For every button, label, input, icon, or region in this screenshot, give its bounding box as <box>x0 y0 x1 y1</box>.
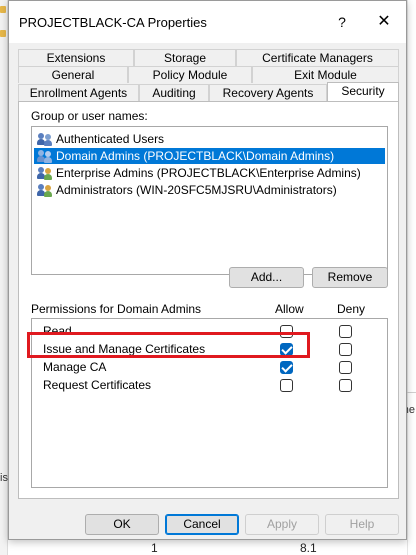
tab-certificate-managers[interactable]: Certificate Managers <box>236 49 399 66</box>
permission-manage-ca-allow-checkbox[interactable] <box>280 361 293 374</box>
list-item[interactable]: Authenticated Users <box>34 131 385 147</box>
tab-policy-module[interactable]: Policy Module <box>128 66 252 83</box>
tab-security[interactable]: Security <box>327 82 399 101</box>
title-bar[interactable]: PROJECTBLACK-CA Properties ? ✕ <box>9 1 406 43</box>
ok-button[interactable]: OK <box>85 514 159 535</box>
apply-button[interactable]: Apply <box>245 514 319 535</box>
window-title: PROJECTBLACK-CA Properties <box>19 15 207 30</box>
users-group-icon <box>37 167 53 180</box>
allow-column-header: Allow <box>275 302 304 316</box>
background-cell: 1 <box>151 541 158 555</box>
users-group-icon <box>37 133 53 146</box>
permission-issue-manage-deny-checkbox[interactable] <box>339 343 352 356</box>
help-button[interactable]: Help <box>325 514 399 535</box>
folder-icon <box>0 30 6 37</box>
help-icon[interactable]: ? <box>329 9 355 35</box>
background-window-right-edge <box>407 0 416 555</box>
tab-auditing[interactable]: Auditing <box>139 84 209 101</box>
tab-storage[interactable]: Storage <box>134 49 236 66</box>
background-divider <box>407 392 416 393</box>
cancel-button[interactable]: Cancel <box>165 514 239 535</box>
permission-manage-ca-label: Manage CA <box>43 360 107 374</box>
add-button[interactable]: Add... <box>229 267 304 288</box>
tab-enrollment-agents[interactable]: Enrollment Agents <box>18 84 139 101</box>
deny-column-header: Deny <box>337 302 366 316</box>
properties-dialog: PROJECTBLACK-CA Properties ? ✕ Extension… <box>8 0 407 540</box>
tab-exit-module[interactable]: Exit Module <box>252 66 399 83</box>
list-item[interactable]: Domain Admins (PROJECTBLACK\Domain Admin… <box>34 148 385 164</box>
permission-request-allow-checkbox[interactable] <box>280 379 293 392</box>
permission-read-deny-checkbox[interactable] <box>339 325 352 338</box>
list-item[interactable]: Administrators (WIN-20SFC5MJSRU\Administ… <box>34 182 385 198</box>
group-users-label: Group or user names: <box>31 109 148 123</box>
permission-request-label: Request Certificates <box>43 378 152 392</box>
list-item-label: Administrators (WIN-20SFC5MJSRU\Administ… <box>56 183 337 197</box>
permission-request-deny-checkbox[interactable] <box>339 379 352 392</box>
background-text-fragment: is <box>0 472 8 484</box>
remove-button[interactable]: Remove <box>312 267 388 288</box>
tab-general[interactable]: General <box>18 66 128 83</box>
close-icon[interactable]: ✕ <box>371 9 397 35</box>
annotation-highlight-box <box>27 332 310 358</box>
users-group-icon <box>37 150 53 163</box>
list-item-label: Domain Admins (PROJECTBLACK\Domain Admin… <box>56 149 335 163</box>
users-group-icon <box>37 184 53 197</box>
list-item[interactable]: Enterprise Admins (PROJECTBLACK\Enterpri… <box>34 165 385 181</box>
security-panel: Group or user names: Authenticated Users… <box>18 101 399 499</box>
tab-extensions[interactable]: Extensions <box>18 49 134 66</box>
permission-manage-ca-deny-checkbox[interactable] <box>339 361 352 374</box>
permissions-label: Permissions for Domain Admins <box>31 302 202 316</box>
folder-icon <box>0 6 6 13</box>
background-table-row: 1 8.1 <box>8 538 407 555</box>
tab-recovery-agents[interactable]: Recovery Agents <box>209 84 327 101</box>
user-list[interactable]: Authenticated Users Domain Admins (PROJE… <box>31 126 388 275</box>
list-item-label: Enterprise Admins (PROJECTBLACK\Enterpri… <box>56 166 361 180</box>
list-item-label: Authenticated Users <box>56 132 165 146</box>
background-cell: 8.1 <box>300 541 317 555</box>
